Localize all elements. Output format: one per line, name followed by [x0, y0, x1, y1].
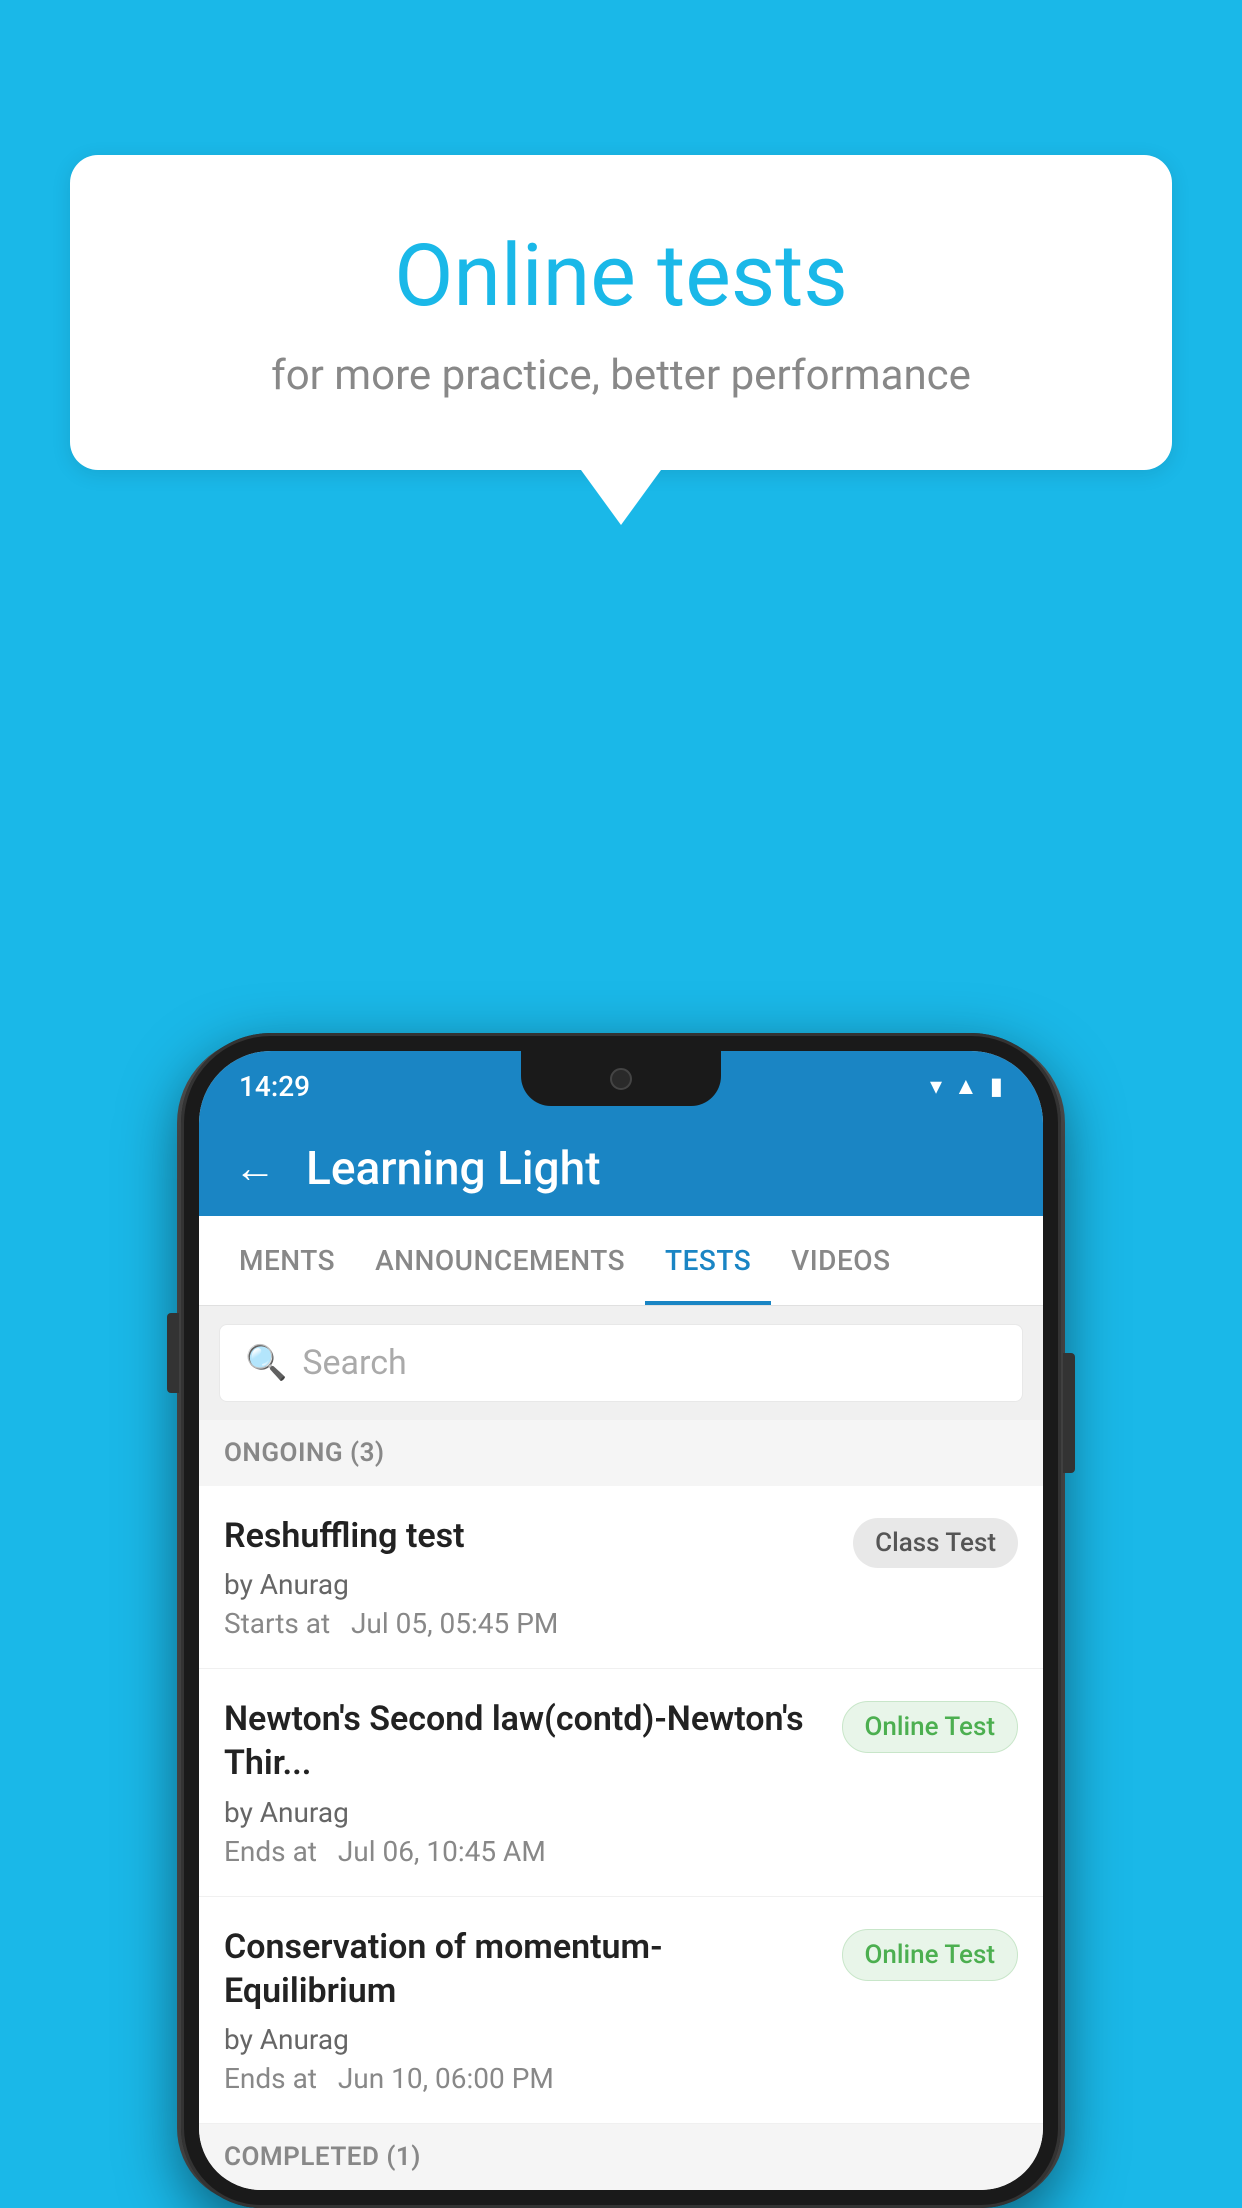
test-item-1[interactable]: Reshuffling test by Anurag Starts at Jul…	[199, 1486, 1043, 1669]
time-value-1: Jul 05, 05:45 PM	[351, 1607, 558, 1640]
app-title: Learning Light	[306, 1142, 601, 1196]
ongoing-section-header: ONGOING (3)	[199, 1420, 1043, 1486]
phone-outer: 14:29 ▾ ▲ ▮ ← Learning Light MENTS	[181, 1033, 1061, 2208]
badge-3: Online Test	[842, 1929, 1019, 1981]
notch	[521, 1051, 721, 1106]
test-author-1: by Anurag	[224, 1568, 838, 1601]
signal-icon: ▲	[954, 1072, 978, 1101]
time-value-2: Jul 06, 10:45 AM	[338, 1835, 546, 1868]
tab-announcements[interactable]: ANNOUNCEMENTS	[355, 1216, 645, 1305]
ongoing-label: ONGOING (3)	[224, 1438, 385, 1468]
status-time: 14:29	[239, 1070, 310, 1103]
bubble-title: Online tests	[130, 225, 1112, 326]
speech-bubble: Online tests for more practice, better p…	[70, 155, 1172, 470]
status-bar: 14:29 ▾ ▲ ▮	[199, 1051, 1043, 1121]
search-input[interactable]: Search	[302, 1343, 406, 1383]
completed-label: COMPLETED (1)	[224, 2142, 421, 2172]
test-info-1: Reshuffling test by Anurag Starts at Jul…	[224, 1514, 838, 1640]
badge-1: Class Test	[853, 1518, 1018, 1568]
test-info-2: Newton's Second law(contd)-Newton's Thir…	[224, 1697, 827, 1867]
search-icon: 🔍	[245, 1343, 287, 1383]
test-time-1: Starts at Jul 05, 05:45 PM	[224, 1607, 838, 1640]
test-author-3: by Anurag	[224, 2023, 827, 2056]
search-container: 🔍 Search	[199, 1306, 1043, 1420]
time-label-1: Starts at	[224, 1607, 330, 1640]
test-info-3: Conservation of momentum-Equilibrium by …	[224, 1925, 827, 2095]
badge-2: Online Test	[842, 1701, 1019, 1753]
tab-ments[interactable]: MENTS	[219, 1216, 355, 1305]
test-name-2: Newton's Second law(contd)-Newton's Thir…	[224, 1697, 827, 1785]
status-icons: ▾ ▲ ▮	[930, 1072, 1003, 1101]
tab-tests[interactable]: TESTS	[645, 1216, 771, 1305]
battery-icon: ▮	[990, 1072, 1003, 1100]
camera	[610, 1068, 632, 1090]
test-time-3: Ends at Jun 10, 06:00 PM	[224, 2062, 827, 2095]
back-button[interactable]: ←	[234, 1148, 276, 1190]
phone-screen: 14:29 ▾ ▲ ▮ ← Learning Light MENTS	[199, 1051, 1043, 2190]
test-author-2: by Anurag	[224, 1796, 827, 1829]
test-name-3: Conservation of momentum-Equilibrium	[224, 1925, 827, 2013]
wifi-icon: ▾	[930, 1072, 942, 1100]
test-item-3[interactable]: Conservation of momentum-Equilibrium by …	[199, 1897, 1043, 2124]
time-label-3: Ends at	[224, 2062, 317, 2095]
search-box[interactable]: 🔍 Search	[219, 1324, 1023, 1402]
test-item-2[interactable]: Newton's Second law(contd)-Newton's Thir…	[199, 1669, 1043, 1896]
tabs-bar: MENTS ANNOUNCEMENTS TESTS VIDEOS	[199, 1216, 1043, 1306]
time-value-3: Jun 10, 06:00 PM	[338, 2062, 554, 2095]
speech-bubble-section: Online tests for more practice, better p…	[70, 155, 1172, 525]
test-time-2: Ends at Jul 06, 10:45 AM	[224, 1835, 827, 1868]
phone-mockup: 14:29 ▾ ▲ ▮ ← Learning Light MENTS	[181, 1033, 1061, 2208]
test-name-1: Reshuffling test	[224, 1514, 838, 1558]
tab-videos[interactable]: VIDEOS	[771, 1216, 910, 1305]
completed-section-header: COMPLETED (1)	[199, 2124, 1043, 2190]
app-header: ← Learning Light	[199, 1121, 1043, 1216]
bubble-tail	[581, 470, 661, 525]
bubble-subtitle: for more practice, better performance	[130, 351, 1112, 400]
time-label-2: Ends at	[224, 1835, 317, 1868]
